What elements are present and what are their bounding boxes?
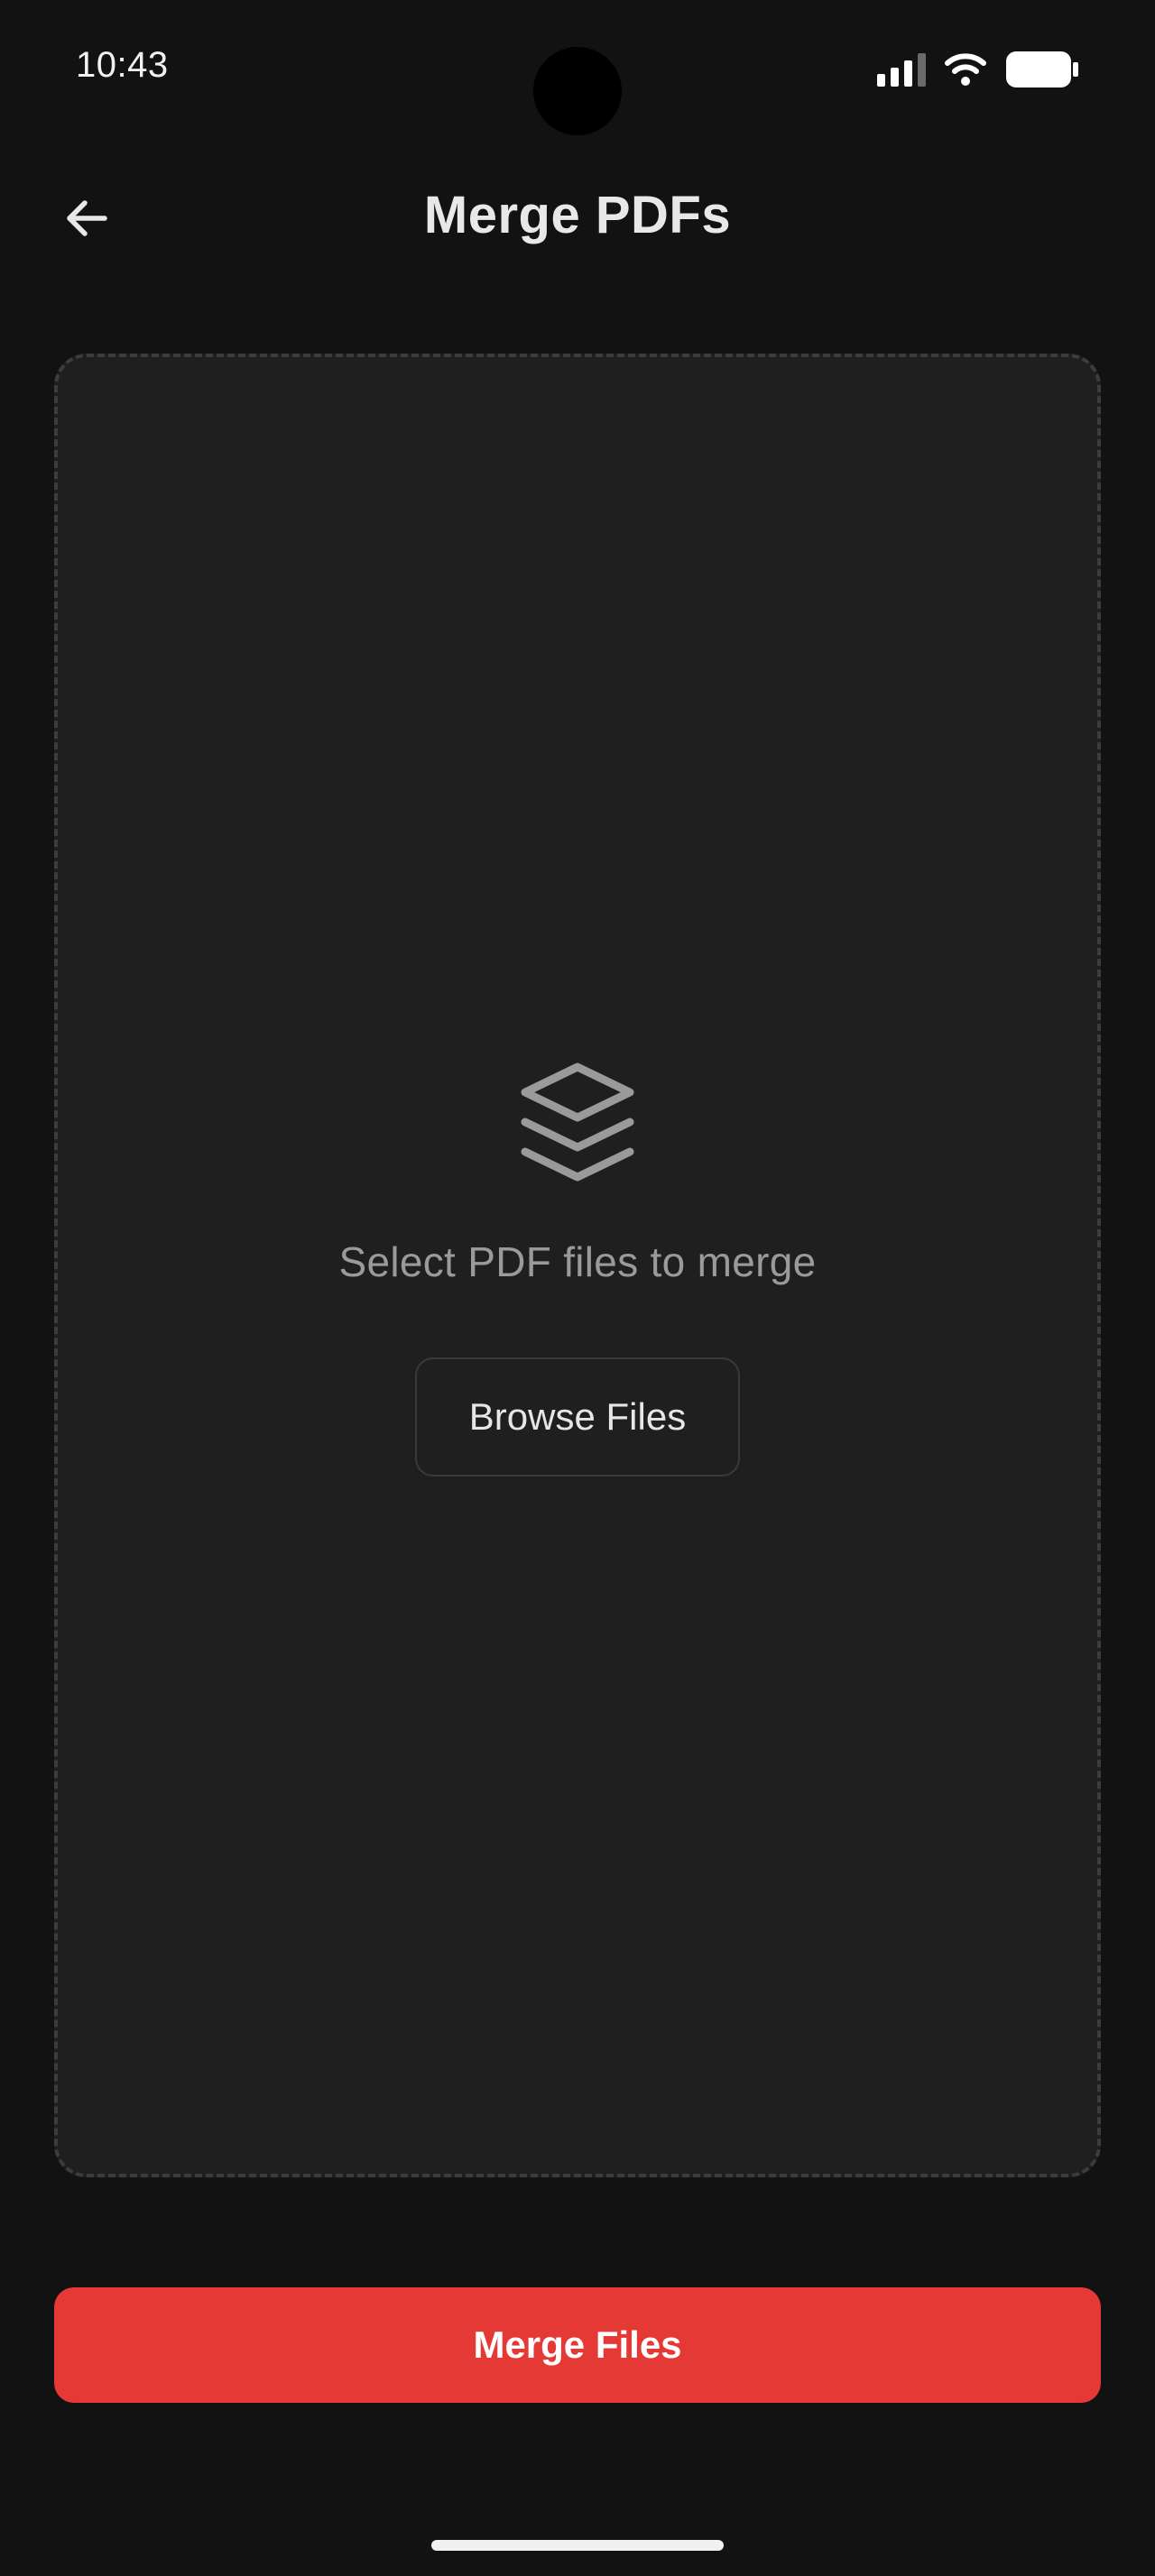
home-indicator[interactable] (431, 2540, 724, 2551)
status-icons (877, 49, 1079, 90)
battery-icon (1006, 51, 1078, 87)
signal-icon (877, 52, 926, 87)
browse-files-button[interactable]: Browse Files (415, 1357, 740, 1477)
page-title: Merge PDFs (423, 186, 732, 244)
merge-files-button[interactable]: Merge Files (54, 2287, 1101, 2403)
wifi-icon (945, 53, 986, 86)
app-screen: 10:43 Merge PDFs Select PDF files to mer… (0, 0, 1155, 2576)
drop-zone-hint: Select PDF files to merge (338, 1238, 817, 1285)
camera-cutout (533, 47, 622, 135)
status-time: 10:43 (76, 45, 169, 85)
layers-icon (521, 1063, 634, 1182)
